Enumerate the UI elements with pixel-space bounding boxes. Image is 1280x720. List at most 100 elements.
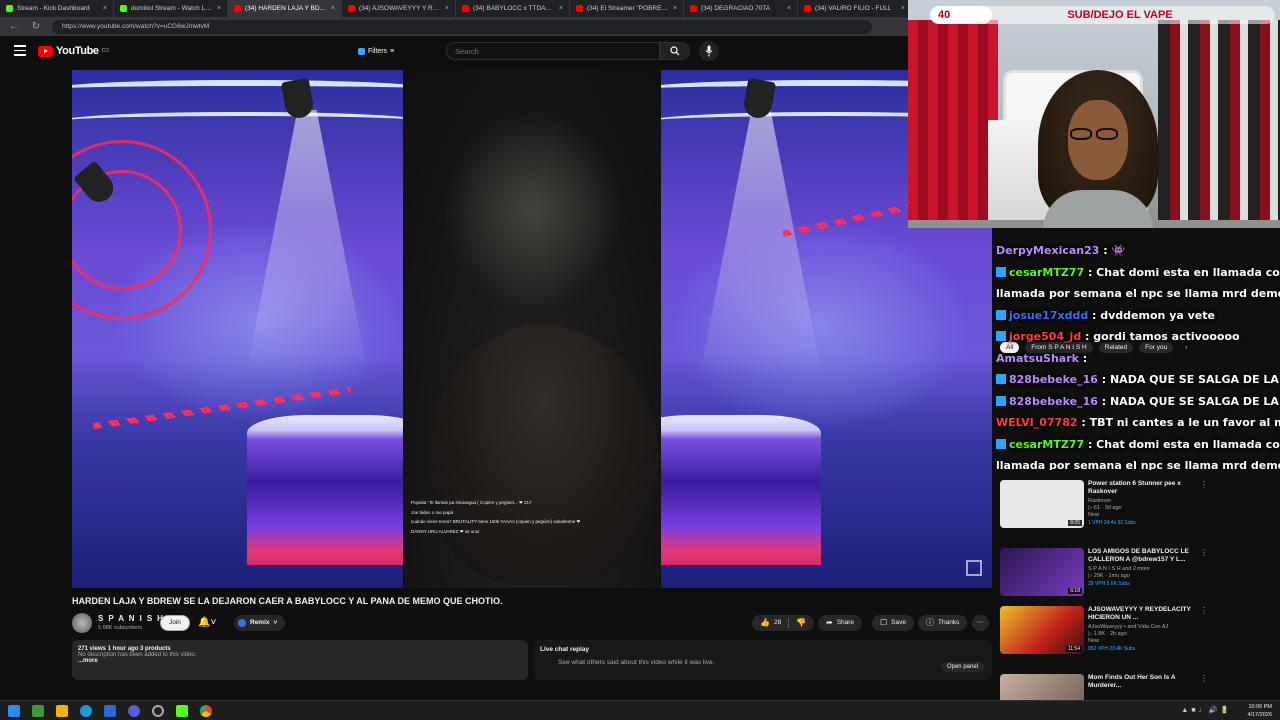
video-thumbnail[interactable]: 11:54 bbox=[1000, 606, 1084, 654]
streamer-webcam bbox=[908, 0, 1280, 228]
description-box[interactable]: 271 views 1 hour ago 3 products No descr… bbox=[72, 640, 528, 680]
thanks-button[interactable]: ⓘ Thanks bbox=[918, 615, 968, 631]
search-input[interactable] bbox=[446, 42, 660, 60]
tab-favicon-icon bbox=[6, 5, 13, 12]
share-button[interactable]: ➦ Share bbox=[818, 615, 863, 631]
edge-icon[interactable] bbox=[80, 705, 92, 717]
remix-button[interactable]: Remix ˅ bbox=[234, 615, 286, 631]
sliders-icon: ≡ bbox=[390, 48, 395, 55]
browser-tab[interactable]: (34) DEGRACIAO 70TA × bbox=[684, 0, 798, 17]
filters-button[interactable]: Filters ≡ bbox=[358, 45, 394, 58]
tab-close-icon[interactable]: × bbox=[331, 5, 335, 12]
browser-tab[interactable]: (34) HARDEN LAJA Y BDREW SE × bbox=[228, 0, 342, 17]
more-actions-button[interactable]: ⋯ bbox=[972, 615, 989, 631]
share-icon: ➦ bbox=[826, 618, 833, 627]
app-icon[interactable] bbox=[32, 705, 44, 717]
kick-icon[interactable] bbox=[176, 705, 188, 717]
join-button[interactable]: Join bbox=[160, 615, 190, 631]
youtube-play-icon bbox=[38, 45, 53, 57]
tab-close-icon[interactable]: × bbox=[217, 5, 221, 12]
video-title[interactable]: Power station 6 Stunner pee x Raskover bbox=[1088, 480, 1196, 496]
like-button[interactable]: 👍 28 👎 bbox=[752, 615, 815, 631]
chat-username[interactable]: cesarMTZ77 bbox=[1009, 438, 1084, 451]
url-field[interactable]: https://www.youtube.com/watch?v=uCG6wJmw… bbox=[52, 19, 872, 34]
system-tray[interactable]: ▲■♩🔊🔋 bbox=[1181, 706, 1232, 714]
video-title[interactable]: LOS AMIGOS DE BABYLOCC LE CALLERON A @bd… bbox=[1088, 548, 1196, 564]
app-icon[interactable] bbox=[104, 705, 116, 717]
back-icon[interactable]: ← bbox=[8, 21, 20, 32]
chat-username[interactable]: DerpyMexican23 bbox=[996, 244, 1099, 257]
file-explorer-icon[interactable] bbox=[56, 705, 68, 717]
search-button[interactable] bbox=[660, 42, 690, 60]
chat-username[interactable]: josue17xddd bbox=[1009, 309, 1088, 322]
browser-tab[interactable]: Stream - Kick Dashboard × bbox=[0, 0, 114, 17]
video-title[interactable]: Mom Finds Out Her Son Is A Murderer... bbox=[1088, 674, 1196, 690]
chat-message: 828bebeke_16 : NADA QUE SE SALGA DE LA L… bbox=[996, 369, 1280, 391]
discord-icon[interactable] bbox=[128, 705, 140, 717]
chat-text: : dvddemon ya vete bbox=[1088, 308, 1215, 322]
tab-close-icon[interactable]: × bbox=[901, 5, 905, 12]
channel-name[interactable]: Raskover bbox=[1088, 498, 1196, 504]
chat-message: llamada por semana el npc se llama mrd d… bbox=[996, 455, 1280, 470]
youtube-logo[interactable]: YouTube CO bbox=[38, 45, 109, 57]
chat-message: 828bebeke_16 : NADA QUE SE SALGA DE LA L… bbox=[996, 391, 1280, 413]
description-more-link[interactable]: ...more bbox=[78, 658, 522, 664]
vertical-clip: Popular: Te llamas pa Nicaragua ( Copien… bbox=[403, 70, 661, 588]
channel-name[interactable]: S P A N I S H and 2 more bbox=[1088, 566, 1196, 572]
browser-tab[interactable]: (34) AJSOWAVEYYY Y REYDELA × bbox=[342, 0, 456, 17]
tab-favicon-icon bbox=[462, 5, 469, 12]
browser-tab[interactable]: (34) El Streamer "POBRE" Más R × bbox=[570, 0, 684, 17]
more-horizontal-icon: ⋯ bbox=[977, 619, 984, 626]
tab-close-icon[interactable]: × bbox=[673, 5, 677, 12]
chat-username[interactable]: 828bebeke_16 bbox=[1009, 395, 1098, 408]
more-options-icon[interactable]: ⋮ bbox=[1200, 606, 1208, 615]
browser-tab[interactable]: (34) VALIRO FILIO - FULL × bbox=[798, 0, 910, 17]
video-stats: 952 VPH 23.4K Subs bbox=[1088, 646, 1136, 652]
video-thumbnail[interactable]: 6:18 bbox=[1000, 548, 1084, 596]
chat-text: : bbox=[1078, 351, 1088, 365]
video-player[interactable]: Popular: Te llamas pa Nicaragua ( Copien… bbox=[72, 70, 992, 588]
tab-close-icon[interactable]: × bbox=[559, 5, 563, 12]
thanks-label: Thanks bbox=[938, 619, 960, 626]
clothes-rack bbox=[1158, 20, 1280, 220]
recommended-video[interactable]: 8:05 Power station 6 Stunner pee x Rasko… bbox=[1000, 480, 1280, 540]
recommended-video[interactable]: 11:54 AJSOWAVEYYY Y REYDELACITY HICIERON… bbox=[1000, 606, 1280, 666]
chat-username[interactable]: jorge504_jd bbox=[1009, 330, 1081, 343]
more-options-icon[interactable]: ⋮ bbox=[1200, 674, 1208, 683]
chat-username[interactable]: AmatsuShark bbox=[996, 352, 1079, 365]
streamer bbox=[1038, 70, 1158, 228]
clock[interactable]: 10:06 PM 4/17/2026 bbox=[1248, 703, 1272, 719]
hamburger-menu-icon[interactable] bbox=[14, 45, 26, 57]
video-thumbnail[interactable]: 8:05 bbox=[1000, 480, 1084, 528]
thumbs-up-icon: 👍 bbox=[760, 618, 770, 627]
more-options-icon[interactable]: ⋮ bbox=[1200, 480, 1208, 489]
more-options-icon[interactable]: ⋮ bbox=[1200, 548, 1208, 557]
tab-close-icon[interactable]: × bbox=[787, 5, 791, 12]
chat-username[interactable]: cesarMTZ77 bbox=[1009, 266, 1084, 279]
chrome-icon[interactable] bbox=[200, 705, 212, 717]
video-title[interactable]: AJSOWAVEYYY Y REYDELACITY HICIERON UN ..… bbox=[1088, 606, 1196, 622]
notification-bell-icon[interactable]: 🔔˅ bbox=[198, 615, 226, 631]
thumbs-down-icon[interactable]: 👎 bbox=[796, 615, 806, 631]
clip-chat-overlay: Popular: Te llamas pa Nicaragua ( Copien… bbox=[403, 498, 661, 588]
channel-avatar[interactable] bbox=[72, 613, 92, 633]
channel-name[interactable]: S P A N I S H bbox=[98, 614, 164, 623]
stream-chat-overlay: DerpyMexican23 : 👾 cesarMTZ77 : Chat domi… bbox=[996, 240, 1280, 470]
recommended-video[interactable]: 6:18 LOS AMIGOS DE BABYLOCC LE CALLERON … bbox=[1000, 548, 1280, 608]
studio-light-arc bbox=[72, 112, 422, 130]
chat-username[interactable]: 828bebeke_16 bbox=[1009, 373, 1098, 386]
browser-tab[interactable]: (34) BABYLOCC x TTDAYBB - EL × bbox=[456, 0, 570, 17]
browser-tab[interactable]: domiiiol Stream - Watch Live on × bbox=[114, 0, 228, 17]
voice-search-button[interactable] bbox=[699, 41, 719, 61]
tab-close-icon[interactable]: × bbox=[103, 5, 107, 12]
channel-watermark-icon[interactable] bbox=[966, 560, 982, 576]
tab-favicon-icon bbox=[120, 5, 127, 12]
obs-icon[interactable] bbox=[152, 705, 164, 717]
save-button[interactable]: ☐ Save bbox=[872, 615, 914, 631]
channel-name[interactable]: AJsoWaveyyy • and Vida Con AJ bbox=[1088, 624, 1196, 630]
reload-icon[interactable]: ↻ bbox=[30, 21, 42, 32]
chat-username[interactable]: WELVI_07782 bbox=[996, 416, 1078, 429]
open-panel-button[interactable]: Open panel bbox=[940, 662, 984, 672]
tab-close-icon[interactable]: × bbox=[445, 5, 449, 12]
start-icon[interactable] bbox=[8, 705, 20, 717]
